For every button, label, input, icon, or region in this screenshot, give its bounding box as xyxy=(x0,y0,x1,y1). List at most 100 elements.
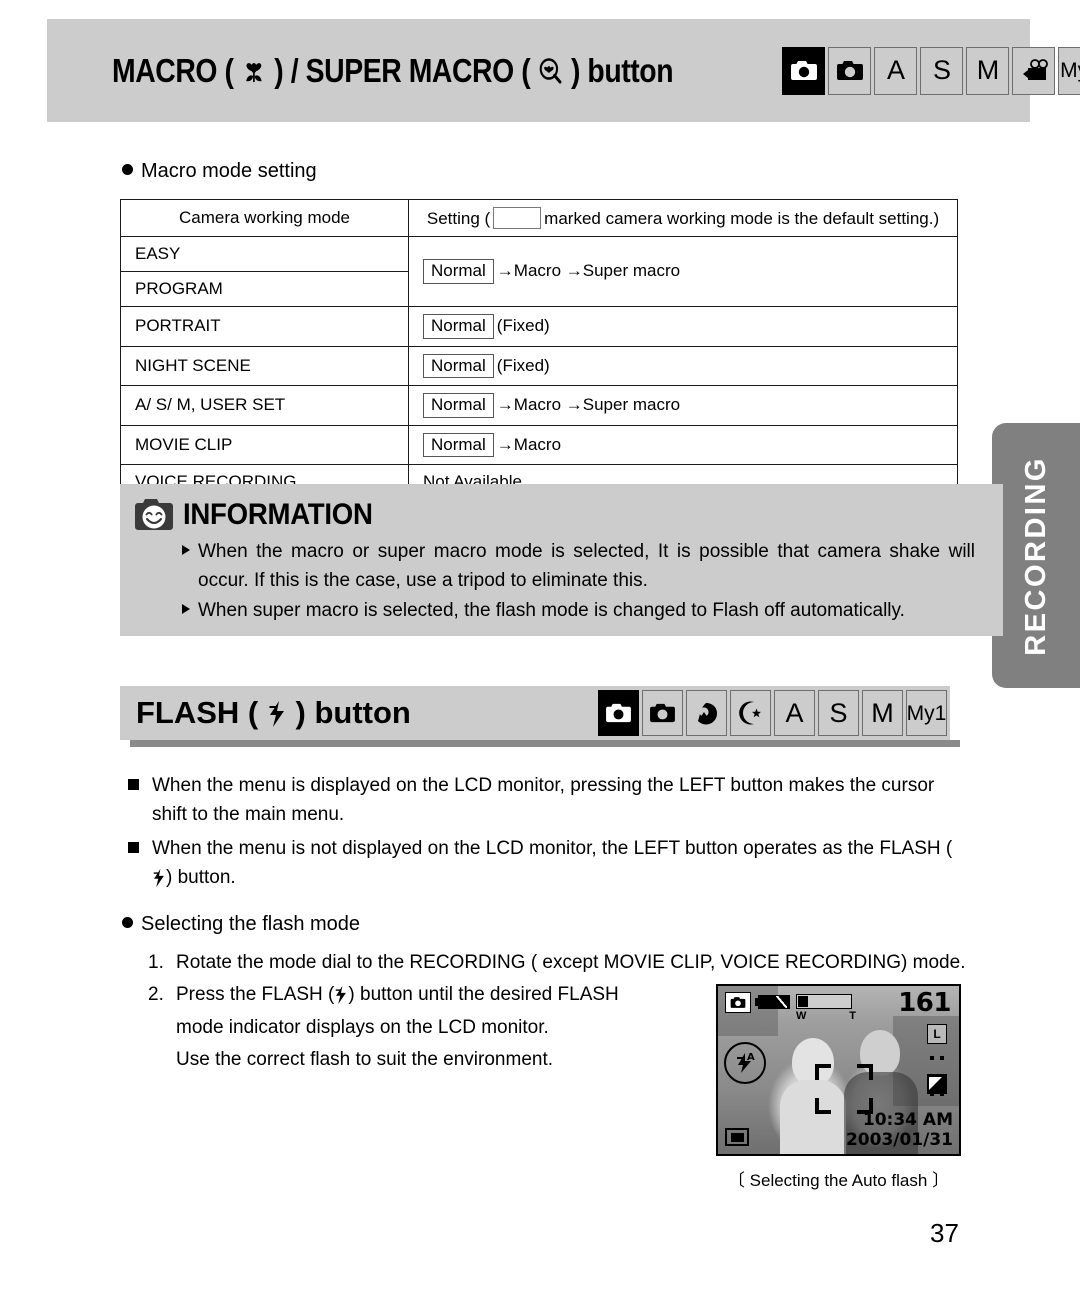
lcd-zoom-wide-label: W xyxy=(796,1010,807,1022)
mode-chip-easy xyxy=(782,46,826,95)
caption-text: Selecting the Auto flash xyxy=(749,1171,928,1190)
table-cell-mode-label: MOVIE CLIP xyxy=(135,434,233,454)
flash-step-number: 2. xyxy=(148,984,164,1006)
bullet-dot-icon xyxy=(122,164,133,175)
caption-bracket-open: 〔 xyxy=(727,1171,745,1190)
table-row: EASY Normal →Macro →Super macro xyxy=(120,236,958,307)
table-cell-setting: Normal →Macro xyxy=(408,424,958,466)
moon-star-icon xyxy=(737,699,765,727)
mode-chip-shutter: S xyxy=(920,46,964,95)
lcd-battery-icon xyxy=(755,995,790,1009)
table-cell-mode: EASY xyxy=(120,236,409,272)
flash-step-number: 1. xyxy=(148,952,164,973)
magnifier-tulip-icon xyxy=(538,57,564,87)
flash-section-header-band: FLASH ( ) button A S M My1 xyxy=(120,686,960,747)
lcd-zoom-labels: W T xyxy=(796,1010,856,1022)
flash-title-part1: FLASH ( xyxy=(136,695,259,730)
table-cell-mode: PROGRAM xyxy=(120,271,409,307)
mode-chip-manual: M xyxy=(966,46,1010,95)
triangle-bullet-icon xyxy=(182,604,190,614)
macro-title-part1: MACRO ( xyxy=(112,51,234,89)
caption-bracket-close: 〕 xyxy=(932,1171,950,1190)
lcd-time: 10:34 AM xyxy=(862,1110,953,1130)
table-cell-mode-label: A/ S/ M, USER SET xyxy=(135,395,286,415)
smiley-camera-icon xyxy=(132,496,176,534)
table-header-cell-mode: Camera working mode xyxy=(120,199,409,237)
portrait-head-icon xyxy=(693,699,721,727)
table-cell-mode-label: PROGRAM xyxy=(135,279,223,298)
table-row: MOVIE CLIP Normal →Macro xyxy=(120,424,958,466)
macro-mode-setting-heading-label: Macro mode setting xyxy=(141,160,317,182)
flash-step-text-part2: ) button until the desired FLASH xyxy=(348,984,619,1006)
table-row: A/ S/ M, USER SET Normal →Macro →Super ma… xyxy=(120,385,958,426)
lcd-zoom-tele-label: T xyxy=(849,1010,856,1022)
mode-chip-my1: My1 xyxy=(1058,46,1080,95)
bullet-dot-icon xyxy=(122,917,133,928)
mode-chip-night-scene xyxy=(730,690,771,736)
section-tab-recording: RECORDING xyxy=(992,423,1080,688)
table-cell-mode: A/ S/ M, USER SET xyxy=(120,385,409,426)
flash-bullet-text: When the menu is displayed on the LCD mo… xyxy=(152,775,935,826)
flash-bolt-icon xyxy=(267,700,287,728)
macro-title-part2: ) / SUPER MACRO ( xyxy=(274,51,531,89)
camera-icon xyxy=(835,59,865,82)
setting-default-box: Normal xyxy=(423,353,494,379)
flash-step-item: 1. Rotate the mode dial to the RECORDING… xyxy=(148,948,978,977)
flash-step-text-part1: Press the FLASH ( xyxy=(176,984,335,1006)
lcd-auto-flash-icon: A xyxy=(724,1042,766,1084)
camera-filled-icon xyxy=(789,59,819,82)
lcd-zoom-indicator xyxy=(798,996,808,1007)
lcd-quality-icon xyxy=(927,1074,947,1094)
macro-mode-icon-row: A S M My1 xyxy=(782,46,1080,95)
table-header-mode-label: Camera working mode xyxy=(178,208,350,227)
table-cell-setting: Normal →Macro →Super macro xyxy=(408,236,958,307)
information-bullet-text: When super macro is selected, the flash … xyxy=(198,600,905,621)
flash-header-title: FLASH ( ) button xyxy=(136,695,411,731)
lcd-image-size-icon: L xyxy=(927,1024,947,1044)
flash-bullet-text-part2: ) button. xyxy=(166,867,236,889)
flash-title-part2: ) button xyxy=(295,695,411,730)
section-tab-label: RECORDING xyxy=(1019,455,1052,656)
mode-chip-label: M xyxy=(976,55,1000,85)
mode-chip-manual: M xyxy=(862,690,903,736)
setting-rest-label: →Macro xyxy=(496,434,562,454)
macro-mode-setting-table: Camera working mode Setting (marked came… xyxy=(120,199,958,501)
square-bullet-icon xyxy=(128,841,139,853)
flash-mode-icon-row: A S M My1 xyxy=(598,690,947,736)
table-cell-mode-label: PORTRAIT xyxy=(135,316,221,336)
setting-rest-label: →Macro →Super macro xyxy=(496,261,681,281)
table-cell-setting: Normal →Macro →Super macro xyxy=(408,385,958,426)
setting-default-box: Normal xyxy=(423,432,494,458)
information-bullet-text: When the macro or super macro mode is se… xyxy=(198,541,975,591)
lcd-zoom-bar xyxy=(796,994,852,1009)
mode-chip-program xyxy=(642,690,683,736)
mode-chip-portrait xyxy=(686,690,727,736)
table-cell-setting: Normal (Fixed) xyxy=(408,345,958,387)
setting-default-box: Normal xyxy=(423,259,494,284)
mode-chip-program xyxy=(828,46,872,95)
square-bullet-icon xyxy=(128,779,139,790)
tulip-icon xyxy=(241,57,267,87)
setting-rest-label: →Macro →Super macro xyxy=(496,395,681,415)
lcd-monitor-preview: W T 161 L A 10:34 AM 2003/01/31 xyxy=(716,984,961,1156)
flash-bolt-icon xyxy=(334,985,348,1005)
macro-section-header-band: MACRO ( ) / SUPER MACRO ( ) button A S M… xyxy=(47,19,1080,122)
mode-chip-label: A xyxy=(886,55,905,85)
selecting-flash-mode-label: Selecting the flash mode xyxy=(141,913,361,935)
lcd-screenshot-figure: W T 161 L A 10:34 AM 2003/01/31 〔 Select… xyxy=(716,984,961,1191)
flash-step-text: Rotate the mode dial to the RECORDING ( … xyxy=(176,952,966,973)
table-cell-mode-label: NIGHT SCENE xyxy=(135,355,251,375)
information-panel: INFORMATION When the macro or super macr… xyxy=(120,484,1003,636)
flash-bullet-item: When the menu is not displayed on the LC… xyxy=(128,834,963,893)
table-cell-mode: MOVIE CLIP xyxy=(120,424,409,466)
mode-chip-label: S xyxy=(932,55,951,85)
flash-bullet-text-part1: When the menu is not displayed on the LC… xyxy=(152,837,953,859)
mode-chip-label: S xyxy=(829,697,848,728)
information-bullet: When the macro or super macro mode is se… xyxy=(182,538,975,595)
setting-default-box: Normal xyxy=(423,393,494,418)
mode-chip-aperture: A xyxy=(874,46,918,95)
mode-chip-aperture: A xyxy=(774,690,815,736)
table-cell-setting: Normal (Fixed) xyxy=(408,306,958,347)
table-cell-mode: PORTRAIT xyxy=(120,306,409,347)
macro-header-title: MACRO ( ) / SUPER MACRO ( ) button xyxy=(112,51,674,90)
